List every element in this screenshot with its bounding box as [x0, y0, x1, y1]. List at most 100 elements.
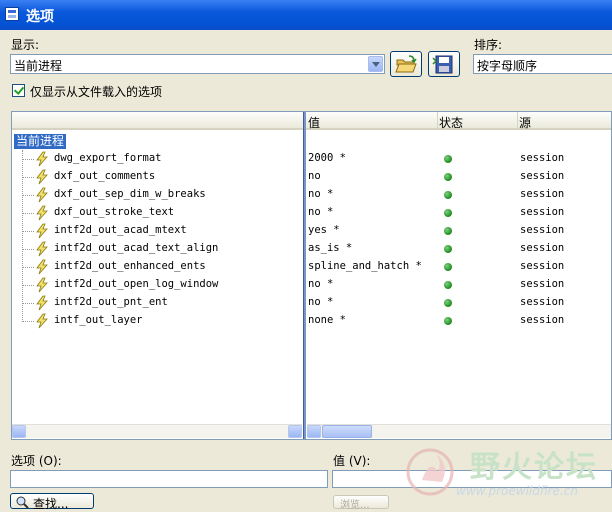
lightning-icon — [36, 295, 48, 311]
list-column-header: 值 状态 源 — [306, 112, 611, 131]
option-value[interactable]: yes * — [308, 224, 340, 236]
folder-open-icon — [395, 55, 417, 73]
option-name[interactable]: intf2d_out_enhanced_ents — [54, 260, 206, 272]
option-row[interactable]: intf2d_out_pnt_ent no * session — [12, 294, 611, 312]
browse-button: 浏览... — [333, 495, 389, 511]
lightning-icon — [36, 313, 48, 329]
filter-checkbox-label[interactable]: 仅显示从文件载入的选项 — [30, 83, 162, 100]
option-name[interactable]: dxf_out_comments — [54, 170, 155, 182]
option-value[interactable]: no * — [308, 206, 333, 218]
option-name[interactable]: dwg_export_format — [54, 152, 161, 164]
option-name[interactable]: intf2d_out_pnt_ent — [54, 296, 168, 308]
sort-label: 排序: — [474, 38, 503, 52]
option-value[interactable]: none * — [308, 314, 346, 326]
tree-connector — [22, 195, 34, 196]
option-value[interactable]: no * — [308, 296, 333, 308]
option-value[interactable]: as_is * — [308, 242, 352, 254]
option-row[interactable]: intf2d_out_open_log_window no * session — [12, 276, 611, 294]
option-source: session — [520, 314, 565, 326]
lightning-icon — [36, 241, 48, 257]
list-hscrollbar[interactable] — [307, 424, 611, 438]
status-dot-icon — [444, 299, 452, 307]
watermark-url: www.proewildfire.cn — [456, 484, 578, 498]
title-bar[interactable]: 选项 — [0, 0, 612, 30]
option-row[interactable]: dwg_export_format 2000 * session — [12, 150, 611, 168]
save-config-button[interactable] — [428, 51, 460, 77]
option-row[interactable]: dxf_out_stroke_text no * session — [12, 204, 611, 222]
status-dot-icon — [444, 227, 452, 235]
find-button[interactable]: 查找... — [10, 493, 94, 511]
option-row[interactable]: intf2d_out_acad_text_align as_is * session — [12, 240, 611, 258]
save-icon — [432, 55, 453, 74]
option-name[interactable]: intf2d_out_open_log_window — [54, 278, 218, 290]
tree-connector — [22, 159, 34, 160]
watermark-title: 野火论坛 — [470, 450, 598, 485]
tree-connector — [22, 177, 34, 178]
tree-connector — [22, 321, 34, 322]
option-name[interactable]: intf2d_out_acad_mtext — [54, 224, 187, 236]
tree-connector — [22, 213, 34, 214]
tree-connector — [22, 249, 34, 250]
lightning-icon — [36, 259, 48, 275]
chevron-down-icon[interactable] — [368, 56, 383, 72]
tree-root-node[interactable]: 当前进程 — [14, 134, 67, 149]
option-name[interactable]: dxf_out_sep_dim_w_breaks — [54, 188, 206, 200]
option-row[interactable]: intf2d_out_enhanced_ents spline_and_hatch… — [12, 258, 611, 276]
option-value[interactable]: spline_and_hatch * — [308, 260, 422, 272]
lightning-icon — [36, 187, 48, 203]
scroll-thumb[interactable] — [322, 425, 372, 438]
status-dot-icon — [444, 245, 452, 253]
status-dot-icon — [444, 155, 452, 163]
lightning-icon — [36, 277, 48, 293]
option-row[interactable]: dxf_out_comments no session — [12, 168, 611, 186]
window-icon — [5, 7, 19, 21]
forum-watermark: 野火论坛 www.proewildfire.cn — [400, 438, 612, 503]
tree-column-header[interactable] — [12, 112, 303, 130]
option-field-label: 选项 (O): — [11, 454, 62, 468]
status-dot-icon — [444, 191, 452, 199]
option-value[interactable]: 2000 * — [308, 152, 346, 164]
option-source: session — [520, 296, 565, 308]
scroll-left-icon[interactable] — [307, 425, 321, 438]
tree-connector — [22, 231, 34, 232]
option-name[interactable]: intf2d_out_acad_text_align — [54, 242, 218, 254]
display-dropdown[interactable]: 当前进程 — [10, 54, 385, 74]
status-dot-icon — [444, 281, 452, 289]
option-value[interactable]: no — [308, 170, 321, 182]
display-dropdown-value: 当前进程 — [14, 59, 63, 73]
lightning-icon — [36, 223, 48, 239]
column-header-source[interactable]: 源 — [519, 114, 531, 131]
sort-dropdown[interactable]: 按字母顺序 — [473, 54, 612, 74]
column-header-value[interactable]: 值 — [308, 114, 320, 131]
option-row[interactable]: intf2d_out_acad_mtext yes * session — [12, 222, 611, 240]
options-tree-panel[interactable]: 值 状态 源 当前进程 dwg_export_format 2000 * sessi… — [11, 111, 612, 440]
tree-connector — [22, 285, 34, 286]
filter-checkbox[interactable] — [12, 84, 25, 97]
magnifier-icon — [16, 496, 29, 509]
option-name[interactable]: intf_out_layer — [54, 314, 143, 326]
option-source: session — [520, 152, 565, 164]
option-row[interactable]: intf_out_layer none * session — [12, 312, 611, 330]
option-value[interactable]: no * — [308, 278, 333, 290]
option-source: session — [520, 278, 565, 290]
column-header-status[interactable]: 状态 — [439, 114, 463, 131]
window-title: 选项 — [26, 9, 54, 25]
option-row[interactable]: dxf_out_sep_dim_w_breaks no * session — [12, 186, 611, 204]
status-dot-icon — [444, 317, 452, 325]
scroll-left-icon[interactable] — [12, 425, 26, 438]
option-value[interactable]: no * — [308, 188, 333, 200]
tree-hscrollbar[interactable] — [12, 424, 302, 438]
option-source: session — [520, 206, 565, 218]
option-source: session — [520, 170, 565, 182]
option-source: session — [520, 242, 565, 254]
status-dot-icon — [444, 263, 452, 271]
option-name[interactable]: dxf_out_stroke_text — [54, 206, 174, 218]
lightning-icon — [36, 205, 48, 221]
option-source: session — [520, 260, 565, 272]
open-config-button[interactable] — [390, 51, 422, 77]
option-input[interactable] — [10, 470, 328, 488]
scroll-right-icon[interactable] — [288, 425, 302, 438]
option-source: session — [520, 188, 565, 200]
status-dot-icon — [444, 173, 452, 181]
header-divider — [437, 112, 438, 130]
